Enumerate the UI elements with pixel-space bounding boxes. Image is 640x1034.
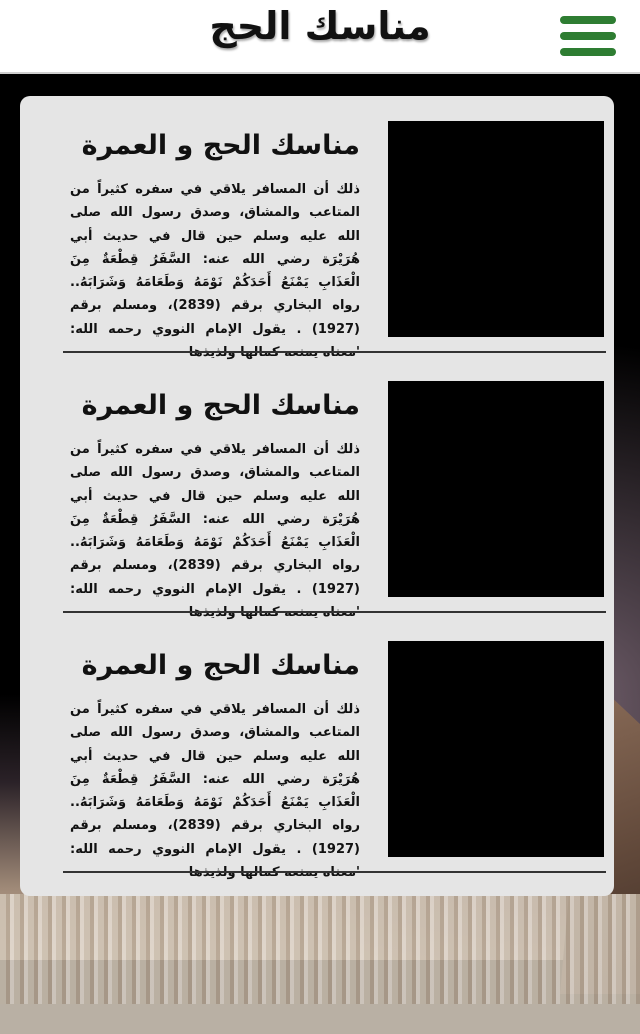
menu-bar: [560, 32, 616, 40]
background-city: [0, 894, 640, 1004]
divider: [63, 871, 606, 873]
list-item[interactable]: مناسك الحج و العمرة ذلك أن المسافر يلاقي…: [20, 96, 614, 360]
card-text: ذلك أن المسافر يلاقي في سفره كثيراً من ا…: [70, 182, 360, 360]
card-title: مناسك الحج و العمرة: [81, 650, 360, 681]
card-title: مناسك الحج و العمرة: [81, 390, 360, 421]
card-text: ذلك أن المسافر يلاقي في سفره كثيراً من ا…: [70, 702, 360, 880]
background-floor: [0, 1004, 640, 1034]
card-title: مناسك الحج و العمرة: [81, 130, 360, 161]
card-image: [388, 381, 604, 597]
menu-bar: [560, 16, 616, 24]
list-item[interactable]: مناسك الحج و العمرة ذلك أن المسافر يلاقي…: [20, 356, 614, 620]
divider: [63, 351, 606, 353]
page-title: مناسك الحج: [209, 4, 431, 48]
app-header: مناسك الحج: [0, 0, 640, 74]
list-item[interactable]: مناسك الحج و العمرة ذلك أن المسافر يلاقي…: [20, 616, 614, 880]
divider: [63, 611, 606, 613]
menu-bar: [560, 48, 616, 56]
card-image: [388, 121, 604, 337]
content-panel: مناسك الحج و العمرة ذلك أن المسافر يلاقي…: [20, 96, 614, 896]
card-image: [388, 641, 604, 857]
hamburger-menu-icon[interactable]: [560, 16, 616, 56]
card-text: ذلك أن المسافر يلاقي في سفره كثيراً من ا…: [70, 442, 360, 620]
